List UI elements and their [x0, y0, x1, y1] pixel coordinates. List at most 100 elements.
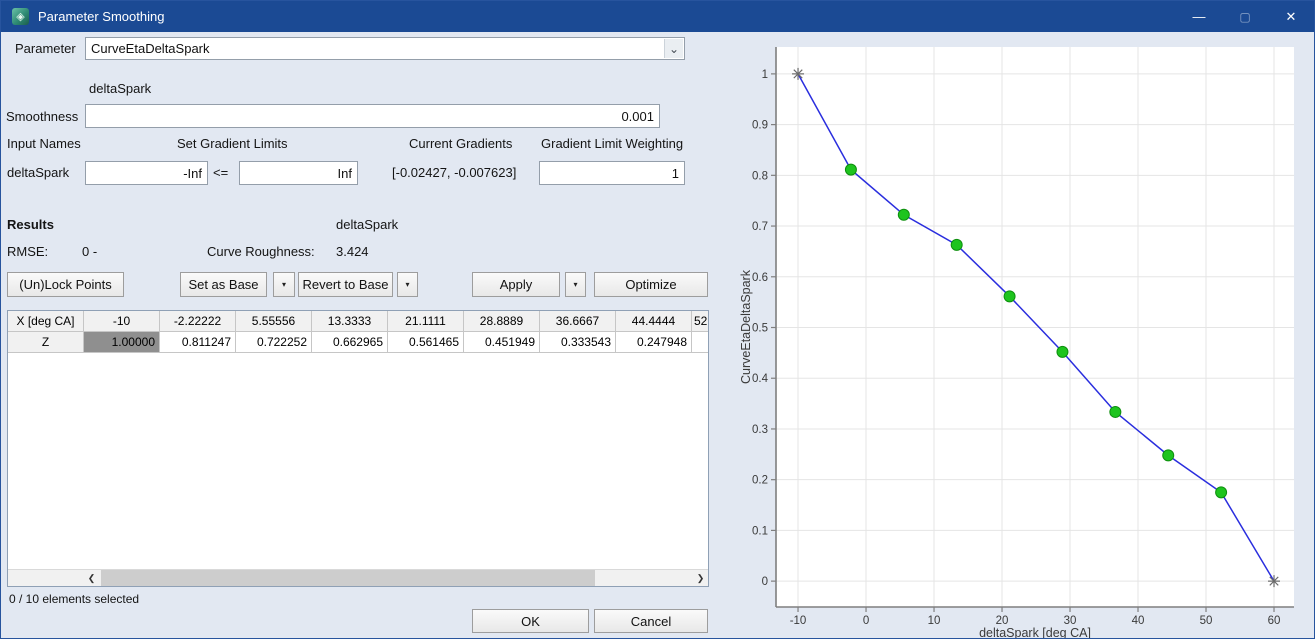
- x-axis-label: deltaSpark [deg CA]: [979, 626, 1091, 639]
- revert-to-base-menu-button[interactable]: ▾: [397, 272, 418, 297]
- rmse-label: RMSE:: [7, 244, 48, 259]
- x-tick-label: -10: [790, 615, 807, 627]
- z-value-cell[interactable]: 0.333543: [540, 332, 616, 353]
- x-row: X [deg CA] -10-2.222225.5555613.333321.1…: [8, 311, 708, 332]
- z-value-cell[interactable]: 0.722252: [236, 332, 312, 353]
- x-tick-label: 60: [1268, 615, 1281, 627]
- window-controls: — ▢ ✕: [1176, 1, 1314, 32]
- scroll-left-icon[interactable]: ❮: [84, 570, 99, 586]
- current-gradients-value: [-0.02427, -0.007623]: [392, 165, 516, 180]
- apply-menu-button[interactable]: ▾: [565, 272, 586, 297]
- curve-roughness-label: Curve Roughness:: [207, 244, 315, 259]
- y-axis-label: CurveEtaDeltaSpark: [739, 269, 753, 384]
- revert-to-base-button[interactable]: Revert to Base: [298, 272, 393, 297]
- smoothness-input[interactable]: 0.001: [85, 104, 660, 128]
- gradient-upper-input[interactable]: Inf: [239, 161, 358, 185]
- chevron-down-icon[interactable]: ⌄: [664, 39, 683, 58]
- dialog-body: Parameter CurveEtaDeltaSpark ⌄ deltaSpar…: [1, 32, 1314, 638]
- smoothing-chart[interactable]: -10010203040506000.10.20.30.40.50.60.70.…: [716, 32, 1315, 639]
- data-point-circle[interactable]: [951, 239, 962, 250]
- gradient-weight-input[interactable]: 1: [539, 161, 685, 185]
- y-tick-label: 0.2: [752, 475, 768, 487]
- window-title: Parameter Smoothing: [38, 9, 164, 24]
- apply-button[interactable]: Apply: [472, 272, 560, 297]
- x-value-cell[interactable]: 44.4444: [616, 311, 692, 332]
- scroll-right-icon[interactable]: ❯: [693, 570, 708, 586]
- titlebar: ◈ Parameter Smoothing — ▢ ✕: [1, 1, 1314, 32]
- x-value-cell[interactable]: 36.6667: [540, 311, 616, 332]
- scrollbar-spacer: [8, 570, 84, 586]
- gradient-row-name: deltaSpark: [7, 165, 69, 180]
- y-tick-label: 0.7: [752, 221, 768, 233]
- results-heading: Results: [7, 217, 54, 232]
- z-row: Z 1.000000.8112470.7222520.6629650.56146…: [8, 332, 708, 353]
- y-tick-label: 0.1: [752, 525, 768, 537]
- horizontal-scrollbar[interactable]: ❮ ❯: [8, 569, 708, 586]
- points-table: X [deg CA] -10-2.222225.5555613.333321.1…: [7, 310, 709, 587]
- x-tick-label: 10: [928, 615, 941, 627]
- y-tick-label: 0.3: [752, 424, 768, 436]
- scrollbar-thumb[interactable]: [101, 570, 595, 586]
- x-value-cell[interactable]: 21.1111: [388, 311, 464, 332]
- z-value-cell[interactable]: 0.662965: [312, 332, 388, 353]
- close-button[interactable]: ✕: [1268, 1, 1314, 32]
- y-tick-label: 0: [762, 576, 768, 588]
- results-param-name: deltaSpark: [336, 217, 398, 232]
- set-as-base-menu-button[interactable]: ▾: [273, 272, 295, 297]
- minimize-button[interactable]: —: [1176, 1, 1222, 32]
- y-tick-label: 0.8: [752, 170, 768, 182]
- maximize-button[interactable]: ▢: [1222, 1, 1268, 32]
- data-point-circle[interactable]: [1216, 487, 1227, 498]
- data-point-circle[interactable]: [1057, 346, 1068, 357]
- scrollbar-track[interactable]: [99, 570, 693, 586]
- z-value-cell[interactable]: 0.451949: [464, 332, 540, 353]
- gradient-operator: <=: [213, 165, 228, 180]
- data-point-circle[interactable]: [1163, 450, 1174, 461]
- data-point-circle[interactable]: [1110, 406, 1121, 417]
- y-tick-label: 0.4: [752, 373, 769, 385]
- y-tick-label: 1: [762, 69, 768, 81]
- z-value-cell[interactable]: 0.247948: [616, 332, 692, 353]
- data-point-circle[interactable]: [1004, 291, 1015, 302]
- z-value-cell[interactable]: 0.811247: [160, 332, 236, 353]
- set-as-base-button[interactable]: Set as Base: [180, 272, 267, 297]
- z-row-header[interactable]: Z: [8, 332, 84, 353]
- unlock-points-button[interactable]: (Un)Lock Points: [7, 272, 124, 297]
- y-tick-label: 0.6: [752, 272, 768, 284]
- input-names-column-header: Input Names: [7, 136, 81, 151]
- x-value-cell[interactable]: -10: [84, 311, 160, 332]
- x-value-cell[interactable]: -2.22222: [160, 311, 236, 332]
- x-value-cell[interactable]: 13.3333: [312, 311, 388, 332]
- x-value-cell[interactable]: 5.55556: [236, 311, 312, 332]
- data-point-circle[interactable]: [898, 209, 909, 220]
- cancel-button[interactable]: Cancel: [594, 609, 708, 633]
- y-tick-label: 0.9: [752, 120, 768, 132]
- x-tick-label: 40: [1132, 615, 1145, 627]
- z-value-cell[interactable]: [692, 332, 709, 353]
- set-gradient-limits-header: Set Gradient Limits: [177, 136, 288, 151]
- x-row-header[interactable]: X [deg CA]: [8, 311, 84, 332]
- x-value-cell[interactable]: 28.8889: [464, 311, 540, 332]
- current-gradients-header: Current Gradients: [409, 136, 512, 151]
- parameter-label: Parameter: [15, 41, 76, 56]
- x-tick-label: 50: [1200, 615, 1213, 627]
- selection-status: 0 / 10 elements selected: [9, 592, 139, 606]
- plot-background: [776, 47, 1294, 607]
- z-value-cell[interactable]: 0.561465: [388, 332, 464, 353]
- gradient-limit-weighting-header: Gradient Limit Weighting: [541, 136, 683, 151]
- x-value-cell[interactable]: 52: [692, 311, 709, 332]
- ok-button[interactable]: OK: [472, 609, 589, 633]
- data-point-circle[interactable]: [845, 164, 856, 175]
- smoothness-label: Smoothness: [6, 109, 78, 124]
- optimize-button[interactable]: Optimize: [594, 272, 708, 297]
- curve-roughness-value: 3.424: [336, 244, 369, 259]
- rmse-value: 0 -: [82, 244, 97, 259]
- y-tick-label: 0.5: [752, 323, 768, 335]
- app-icon: ◈: [12, 8, 29, 25]
- gradient-lower-input[interactable]: -Inf: [85, 161, 208, 185]
- z-value-cell[interactable]: 1.00000: [84, 332, 160, 353]
- parameter-smoothing-window: ◈ Parameter Smoothing — ▢ ✕ Parameter Cu…: [0, 0, 1315, 639]
- input-name-header: deltaSpark: [89, 81, 151, 96]
- parameter-combobox-value: CurveEtaDeltaSpark: [91, 41, 210, 56]
- parameter-combobox[interactable]: CurveEtaDeltaSpark ⌄: [85, 37, 685, 60]
